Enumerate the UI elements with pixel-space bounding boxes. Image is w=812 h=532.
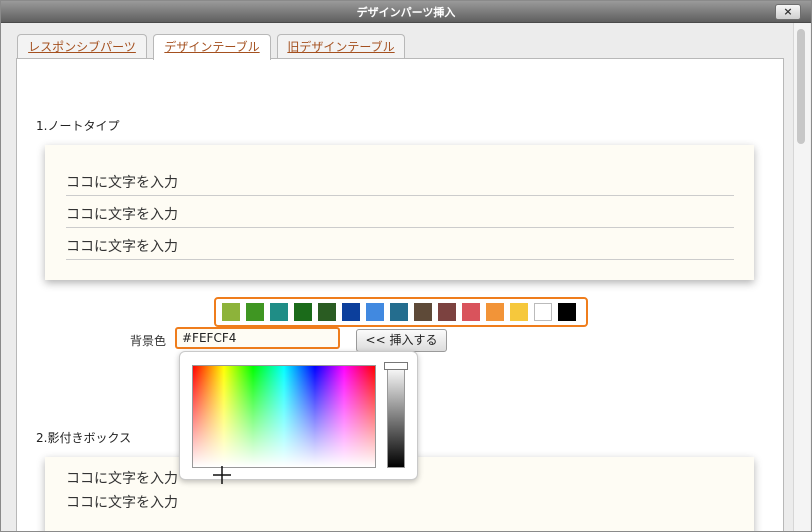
color-swatch[interactable] <box>294 303 312 321</box>
color-swatch[interactable] <box>558 303 576 321</box>
close-button[interactable]: × <box>775 4 801 20</box>
note-line[interactable]: ココに文字を入力 <box>66 167 734 196</box>
color-swatch[interactable] <box>510 303 528 321</box>
color-swatch[interactable] <box>462 303 480 321</box>
tab-responsive-parts[interactable]: レスポンシブパーツ <box>17 34 147 59</box>
note-type-preview: ココに文字を入力 ココに文字を入力 ココに文字を入力 <box>45 145 754 280</box>
tab-design-table[interactable]: デザインテーブル <box>153 34 271 60</box>
section-heading-shadow-box: 2.影付きボックス <box>36 431 132 445</box>
color-swatch[interactable] <box>534 303 552 321</box>
window-title: デザインパーツ挿入 <box>356 6 456 19</box>
note-line-text: ココに文字を入力 <box>66 207 178 223</box>
color-swatch[interactable] <box>222 303 240 321</box>
crosshair-icon[interactable] <box>213 466 231 484</box>
color-swatch[interactable] <box>486 303 504 321</box>
color-picker-popup <box>179 351 418 484</box>
note-line[interactable]: ココに文字を入力 <box>66 197 734 228</box>
shadow-box-line-text: ココに文字を入力 <box>66 495 178 511</box>
brightness-slider[interactable] <box>384 362 408 468</box>
color-swatch[interactable] <box>366 303 384 321</box>
color-palette <box>214 297 588 327</box>
close-icon[interactable]: × <box>783 5 792 18</box>
slider-handle[interactable] <box>384 362 408 370</box>
color-swatch[interactable] <box>342 303 360 321</box>
note-line[interactable]: ココに文字を入力 <box>66 229 734 260</box>
color-swatch[interactable] <box>270 303 288 321</box>
vertical-scrollbar[interactable] <box>793 23 810 531</box>
section-heading-note-type: 1.ノートタイプ <box>36 119 120 133</box>
note-line-text: ココに文字を入力 <box>66 239 178 255</box>
bgcolor-label: 背景色 <box>130 334 167 348</box>
title-bar[interactable]: デザインパーツ挿入 × <box>1 1 811 23</box>
note-line-text: ココに文字を入力 <box>66 175 178 191</box>
color-swatch[interactable] <box>390 303 408 321</box>
scrollbar-thumb[interactable] <box>797 29 805 144</box>
tab-old-design-table[interactable]: 旧デザインテーブル <box>277 34 405 59</box>
color-swatch[interactable] <box>414 303 432 321</box>
insert-button[interactable]: << 挿入する <box>356 329 447 352</box>
dialog-window: デザインパーツ挿入 × レスポンシブパーツ デザインテーブル 旧デザインテーブル… <box>0 0 812 532</box>
bgcolor-input[interactable] <box>175 327 340 349</box>
shadow-box-line[interactable]: ココに文字を入力 <box>66 489 734 515</box>
color-swatch[interactable] <box>318 303 336 321</box>
color-swatch[interactable] <box>438 303 456 321</box>
shadow-box-line-text: ココに文字を入力 <box>66 471 178 487</box>
saturation-value-area[interactable] <box>192 365 376 484</box>
color-swatch[interactable] <box>246 303 264 321</box>
